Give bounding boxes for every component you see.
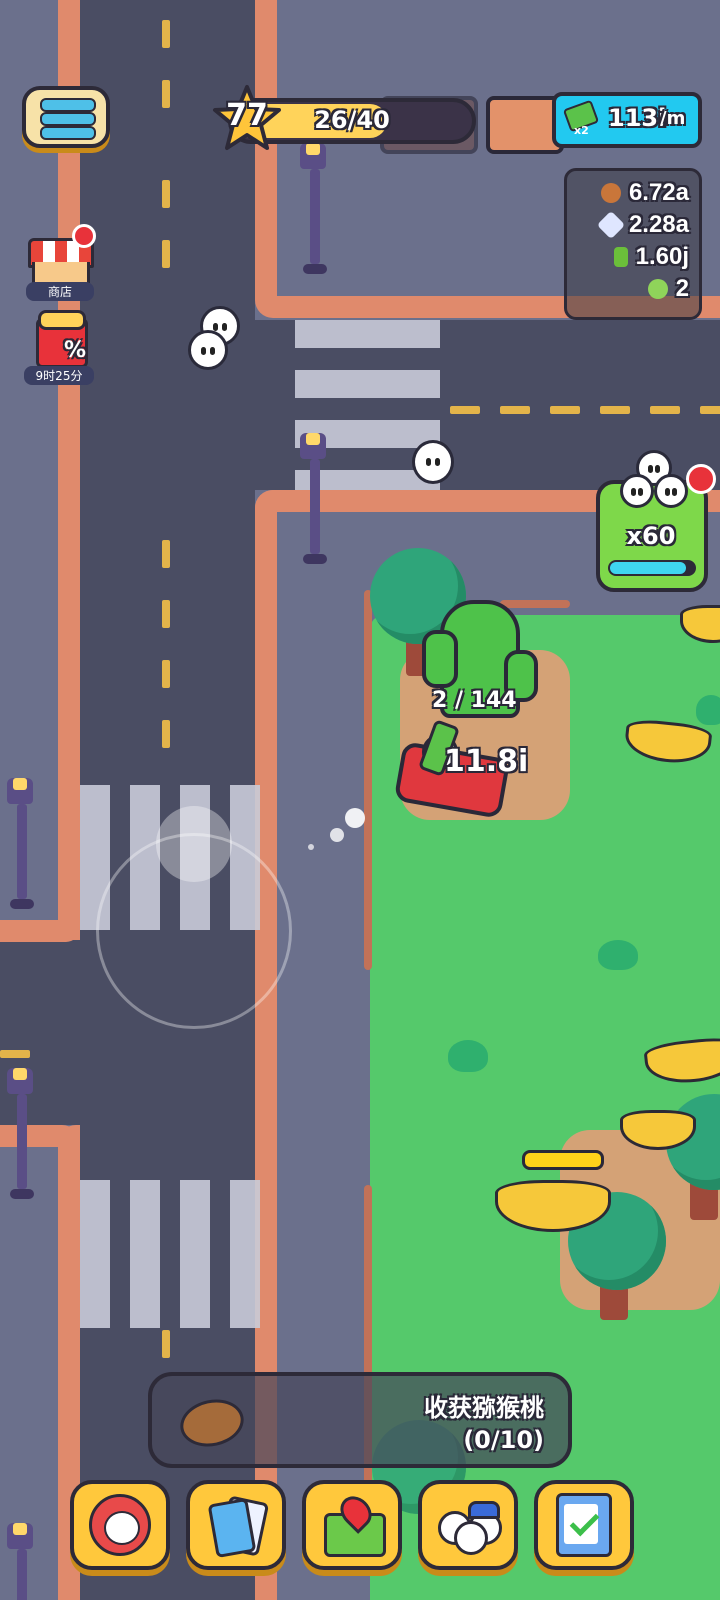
fence [500, 600, 570, 608]
notification-badge [72, 224, 96, 248]
lane-dash [700, 406, 720, 414]
checklist-icon [556, 1493, 612, 1557]
lane-dash [162, 80, 170, 108]
bush [448, 1040, 488, 1072]
lane-dash [500, 406, 530, 414]
lane-dash [162, 660, 170, 688]
hero-icon [89, 1494, 151, 1556]
lane-dash [162, 180, 170, 208]
resource-row: 6.72a [577, 177, 689, 209]
shop-button[interactable]: 商店 [24, 224, 96, 304]
hero-button[interactable] [70, 1480, 170, 1570]
level-number: 77 [226, 98, 268, 133]
cards-button[interactable] [186, 1480, 286, 1570]
lane-dash [162, 600, 170, 628]
lane-dash [600, 406, 630, 414]
resource-crystal-value: 2.28a [628, 211, 689, 238]
kiwi-icon [175, 1393, 249, 1453]
crowd-count: x60 [626, 522, 676, 550]
map-icon [320, 1490, 386, 1557]
smoke-puff [345, 808, 365, 828]
bottom-nav [70, 1480, 650, 1576]
street-lamp [7, 1515, 37, 1600]
potion-icon [647, 279, 668, 299]
team-button[interactable] [418, 1480, 518, 1570]
ghost-pedestrian [412, 440, 454, 484]
smoke-puff [308, 844, 314, 850]
quest-progress: (0/10) [463, 1426, 544, 1454]
cookie-icon [600, 183, 621, 203]
menu-icon [40, 98, 96, 112]
street-lamp [300, 425, 330, 565]
income-rate-panel[interactable]: x2 113i /m [552, 92, 702, 148]
ghost-icon [620, 474, 654, 508]
resource-cookie-value: 6.72a [628, 179, 689, 206]
resource-cash-value: 1.60j [635, 243, 689, 270]
menu-button[interactable] [22, 86, 110, 148]
lane-dash [162, 1330, 170, 1358]
lane-dash [162, 720, 170, 748]
lane-dash [450, 406, 480, 414]
level-star-badge: 77 [212, 84, 282, 154]
notification-badge [686, 464, 716, 494]
map-button[interactable] [302, 1480, 402, 1570]
floating-income-value: 11.8i [444, 744, 529, 779]
income-value: 113i [608, 104, 667, 132]
street-lamp [7, 770, 37, 910]
gift-sale-button[interactable]: % 9时25分 [24, 308, 100, 386]
lane-dash [162, 20, 170, 48]
resources-panel: 6.72a 2.28a 1.60j 2 [564, 168, 702, 320]
curb-top-right [255, 0, 277, 315]
quest-panel[interactable]: 收获猕猴桃 (0/10) [148, 1372, 572, 1468]
crosswalk-stripe [80, 1180, 110, 1328]
carry-counter: 2 / 144 [432, 688, 517, 713]
crystal-icon [596, 210, 626, 240]
lane-dash [0, 1050, 30, 1058]
tasks-button[interactable] [534, 1480, 634, 1570]
street-lamp [7, 1060, 37, 1200]
virtual-joystick-knob[interactable] [156, 806, 232, 882]
lane-dash [650, 406, 680, 414]
crosswalk-stripe [295, 370, 440, 398]
resource-row: 1.60j [577, 241, 689, 273]
team-icon [436, 1497, 502, 1555]
income-unit: /m [660, 108, 686, 129]
smoke-puff [330, 828, 344, 842]
fence [364, 590, 372, 970]
lane-dash [550, 406, 580, 414]
crosswalk-stripe [230, 1180, 260, 1328]
street-lamp [300, 135, 330, 275]
resource-row: 2 [577, 273, 689, 305]
resource-row: 2.28a [577, 209, 689, 241]
cash-icon [613, 247, 628, 267]
cards-icon [206, 1495, 270, 1559]
bush [598, 940, 638, 970]
gift-timer: 9时25分 [24, 366, 94, 385]
quest-title: 收获猕猴桃 [424, 1394, 544, 1422]
bush [696, 695, 720, 725]
menu-icon-line [40, 126, 96, 140]
lane-dash [162, 540, 170, 568]
crosswalk-stripe [295, 320, 440, 348]
shop-label: 商店 [26, 282, 94, 301]
crosswalk-stripe [130, 1180, 160, 1328]
crowd-progress-bar [608, 560, 696, 576]
fence [364, 1185, 372, 1520]
income-multiplier: x2 [574, 124, 589, 137]
ghost-icon [654, 474, 688, 508]
cactus-arm [422, 630, 458, 688]
banana-health-bar [522, 1150, 604, 1170]
gift-badge: % [64, 338, 87, 363]
lane-dash [162, 240, 170, 268]
crowd-progress-fill [610, 562, 686, 574]
curb-left-corner [0, 920, 80, 942]
gift-bow [38, 310, 86, 330]
crosswalk-stripe [180, 1180, 210, 1328]
menu-icon-line [40, 112, 96, 126]
crowd-counter-button[interactable]: x60 [596, 450, 716, 596]
ghost-pedestrian [188, 330, 228, 370]
resource-potion-value: 2 [675, 275, 689, 302]
